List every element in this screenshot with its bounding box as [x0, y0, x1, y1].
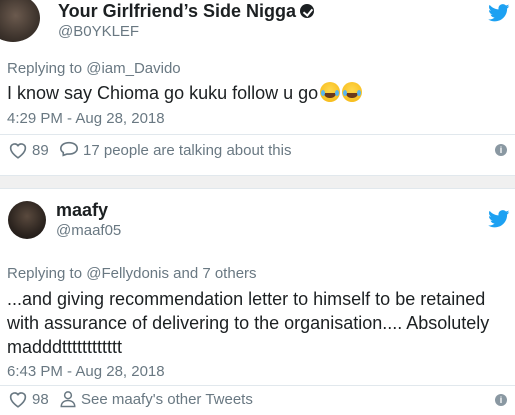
conversation-count: 17 people are talking about this	[83, 141, 292, 159]
avatar[interactable]	[8, 201, 46, 239]
tweet-text: I know say Chioma go kuku follow u go	[7, 81, 363, 105]
tweet-separator	[0, 175, 515, 189]
like-count: 98	[32, 390, 49, 408]
tweet-text: ...and giving recommendation letter to h…	[7, 289, 490, 357]
twitter-bird-icon[interactable]	[488, 4, 510, 22]
display-name[interactable]: Your Girlfriend’s Side Nigga	[58, 1, 315, 22]
heart-icon	[9, 392, 27, 408]
avatar[interactable]	[0, 0, 40, 42]
tweet-timestamp[interactable]: 4:29 PM - Aug 28, 2018	[7, 110, 165, 127]
replying-to[interactable]: Replying to @Fellydonis and 7 others	[7, 265, 257, 282]
heart-icon	[9, 143, 27, 159]
twitter-bird-icon[interactable]	[488, 210, 510, 228]
conversation-link[interactable]: 17 people are talking about this	[59, 141, 291, 159]
laughing-emoji-icon	[342, 82, 363, 102]
like-button[interactable]: 98	[8, 390, 49, 408]
tweet-timestamp[interactable]: 6:43 PM - Aug 28, 2018	[7, 363, 165, 380]
like-button[interactable]: 89	[8, 141, 49, 159]
replying-to[interactable]: Replying to @iam_Davido	[7, 60, 181, 77]
person-icon	[60, 391, 76, 408]
laughing-emoji-icon	[320, 82, 341, 102]
display-name[interactable]: maafy	[56, 200, 108, 221]
tweet-actions: 98 See maafy's other Tweets i	[0, 385, 515, 415]
reply-bubble-icon	[59, 141, 79, 157]
see-other-tweets-link[interactable]: See maafy's other Tweets	[59, 390, 253, 408]
tweet-card: Your Girlfriend’s Side Nigga @B0YKLEF Re…	[0, 0, 515, 175]
profile-link-text: See maafy's other Tweets	[81, 390, 253, 408]
user-handle[interactable]: @B0YKLEF	[58, 23, 139, 40]
user-handle[interactable]: @maaf05	[56, 222, 121, 239]
verified-badge-icon	[300, 4, 315, 18]
info-icon[interactable]: i	[495, 394, 507, 406]
info-icon[interactable]: i	[495, 144, 507, 156]
tweet-actions: 89 17 people are talking about this i	[0, 134, 515, 175]
like-count: 89	[32, 141, 49, 159]
tweet-card: maafy @maaf05 Replying to @Fellydonis an…	[0, 189, 515, 415]
